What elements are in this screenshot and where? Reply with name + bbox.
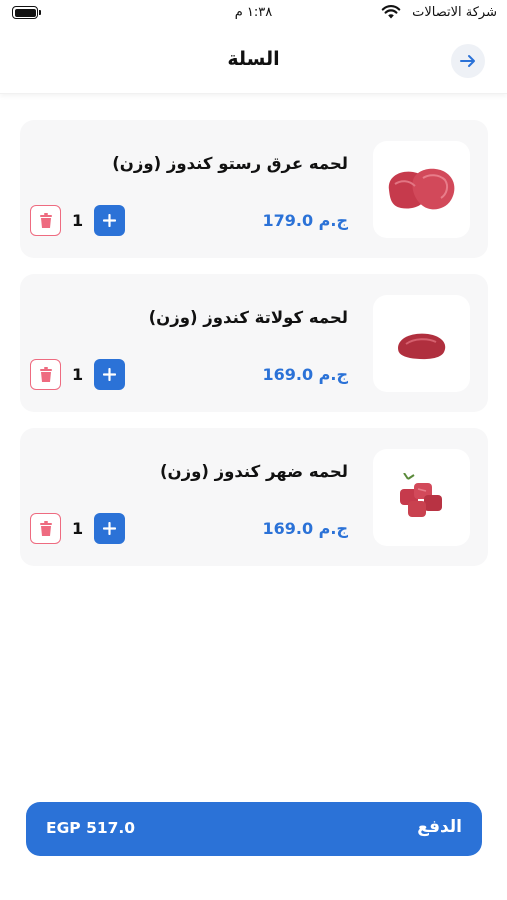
- cart-list: لحمه عرق رستو كندوز (وزن) ج.م 179.0 1 لح…: [20, 120, 488, 582]
- checkout-total: EGP 517.0: [46, 819, 136, 837]
- product-image: [373, 141, 470, 238]
- status-bar: ١:٣٨ م شركة الاتصالات: [0, 0, 507, 30]
- cart-item: لحمه كولاتة كندوز (وزن) ج.م 169.0 1: [20, 274, 488, 412]
- product-price: ج.م 169.0: [262, 519, 348, 538]
- product-image: [373, 295, 470, 392]
- increase-quantity-button[interactable]: [94, 205, 125, 236]
- increase-quantity-button[interactable]: [94, 359, 125, 390]
- product-price: ج.م 169.0: [262, 365, 348, 384]
- checkout-button[interactable]: EGP 517.0 الدفع: [26, 802, 482, 856]
- product-name: لحمه ضهر كندوز (وزن): [159, 462, 348, 481]
- product-name: لحمه عرق رستو كندوز (وزن): [112, 154, 348, 173]
- product-image: [373, 449, 470, 546]
- status-carrier: شركة الاتصالات: [412, 5, 497, 20]
- app-header: السلة: [0, 30, 507, 94]
- delete-button[interactable]: [30, 205, 61, 236]
- plus-icon: [103, 368, 116, 381]
- quantity-value: 1: [72, 519, 84, 538]
- cart-item: لحمه عرق رستو كندوز (وزن) ج.م 179.0 1: [20, 120, 488, 258]
- cart-item: لحمه ضهر كندوز (وزن) ج.م 169.0 1: [20, 428, 488, 566]
- arrow-right-icon: [460, 55, 475, 67]
- trash-icon: [39, 520, 52, 536]
- product-name: لحمه كولاتة كندوز (وزن): [148, 308, 348, 327]
- meat-cubes-image: [399, 472, 442, 517]
- page-title: السلة: [227, 48, 280, 70]
- trash-icon: [39, 366, 52, 382]
- wifi-icon: [381, 5, 401, 19]
- plus-icon: [103, 522, 116, 535]
- trash-icon: [39, 212, 52, 228]
- delete-button[interactable]: [30, 513, 61, 544]
- product-price: ج.م 179.0: [262, 211, 348, 230]
- increase-quantity-button[interactable]: [94, 513, 125, 544]
- meat-liver-image: [397, 333, 445, 359]
- quantity-value: 1: [72, 211, 84, 230]
- quantity-value: 1: [72, 365, 84, 384]
- back-button[interactable]: [451, 44, 485, 78]
- delete-button[interactable]: [30, 359, 61, 390]
- checkout-label: الدفع: [417, 817, 462, 837]
- plus-icon: [103, 214, 116, 227]
- meat-steak-image: [388, 168, 454, 209]
